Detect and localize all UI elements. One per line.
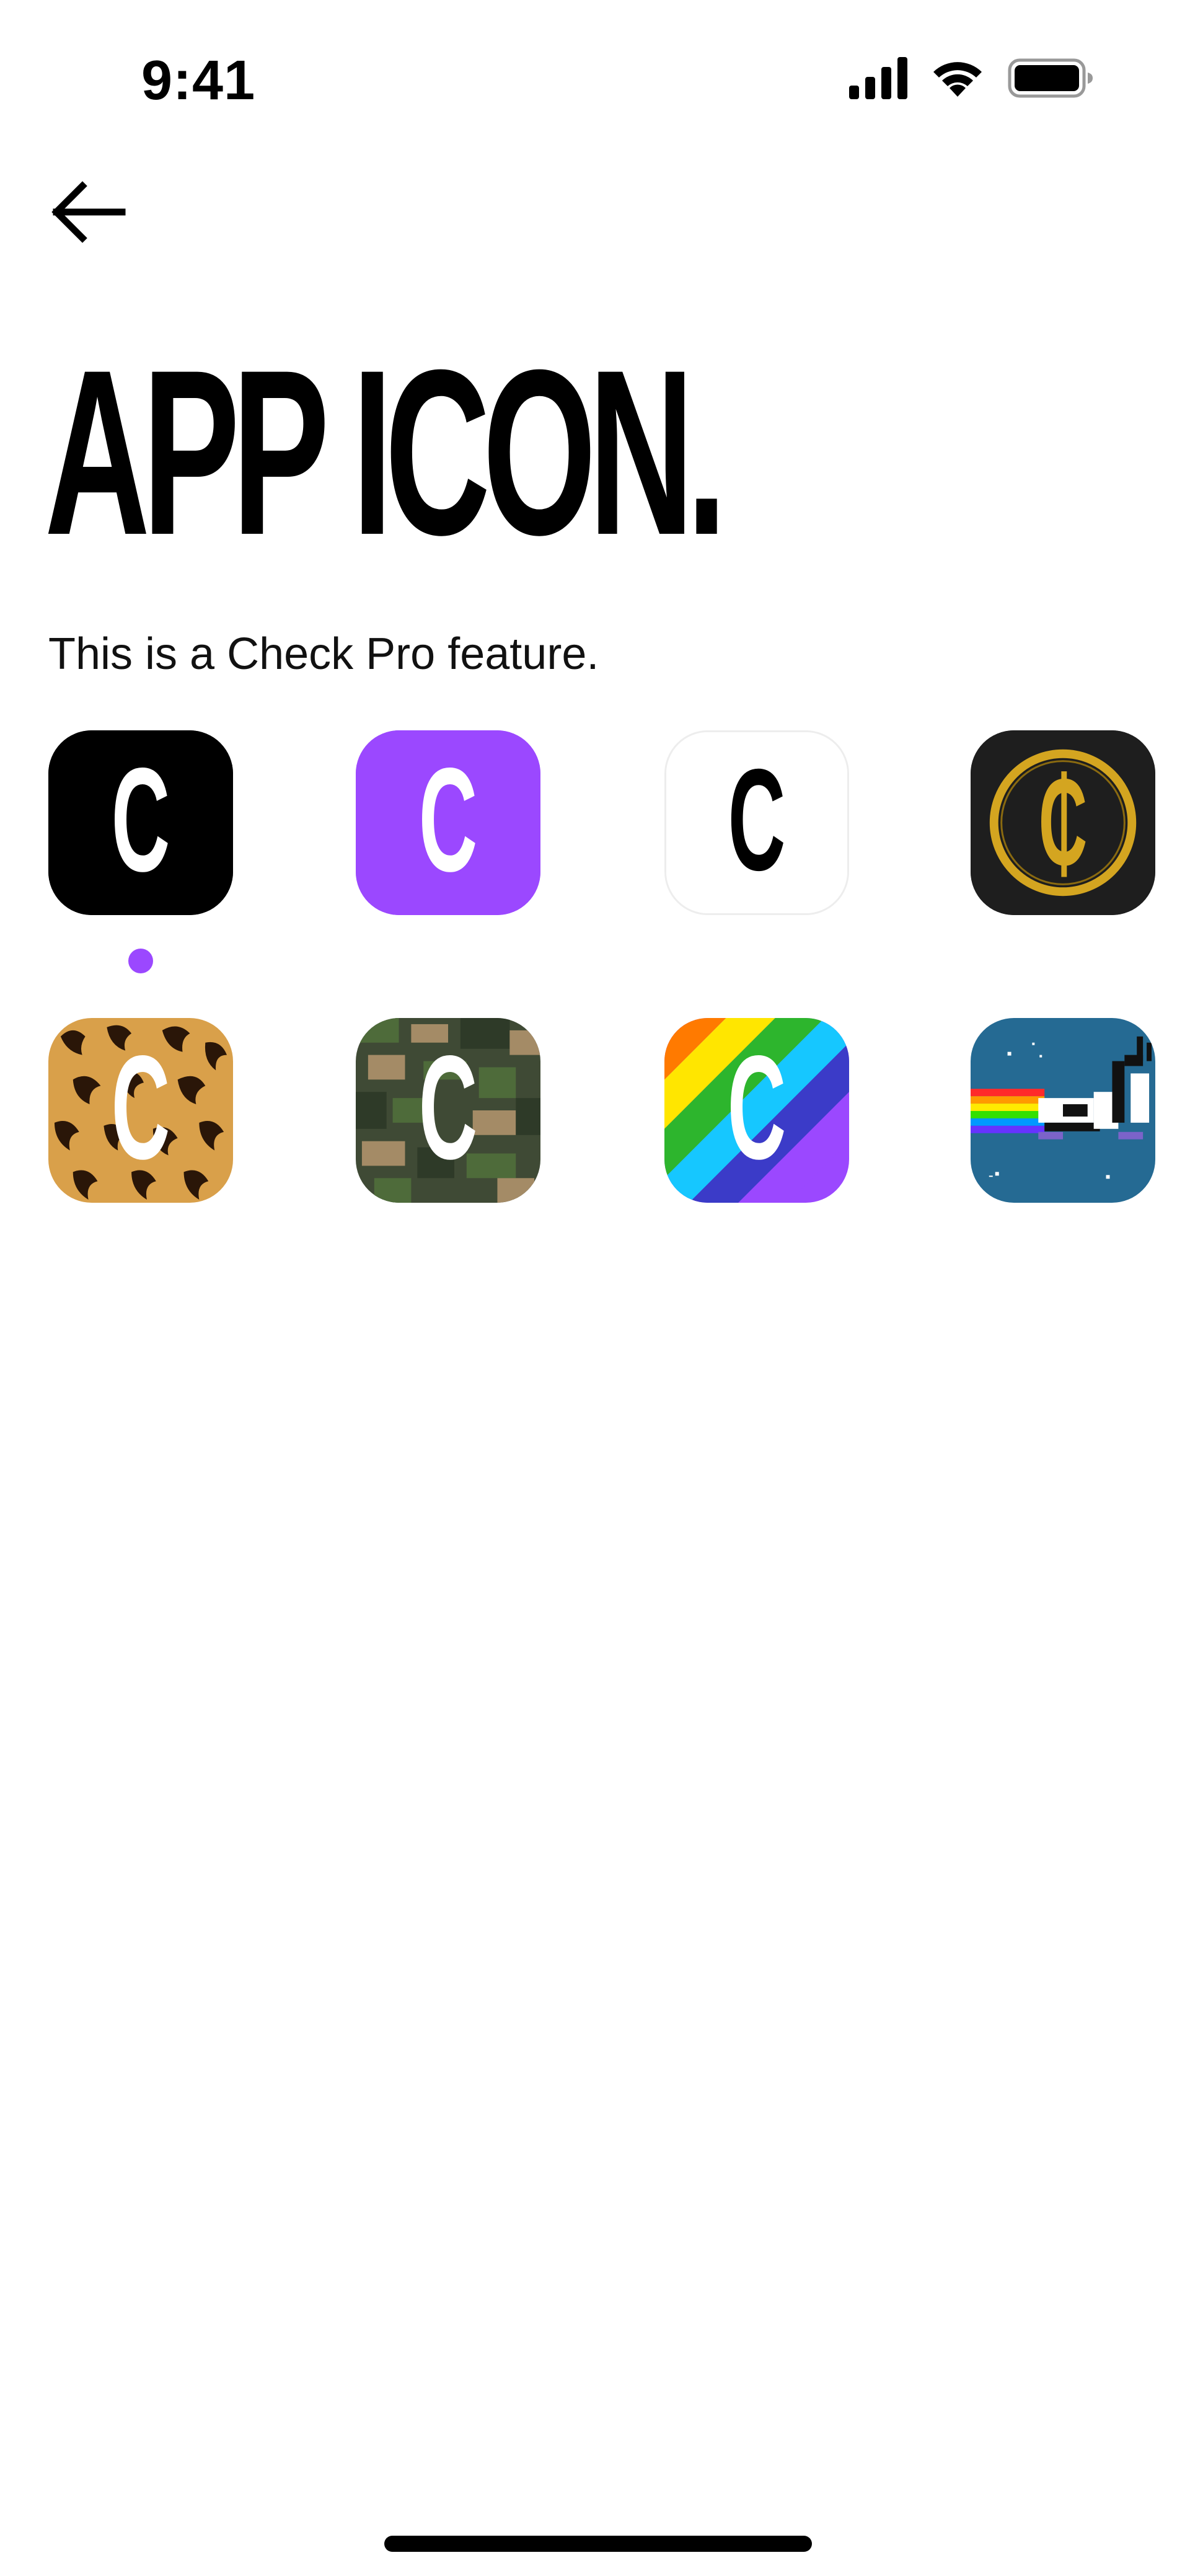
tile-letter: C: [112, 737, 170, 902]
tile-letter: C: [112, 1025, 170, 1190]
tile-letter: C: [728, 1025, 787, 1190]
status-time: 9:41: [141, 50, 256, 112]
app-icon-option-black[interactable]: C: [48, 730, 233, 915]
app-icon-purple-icon: C: [356, 730, 540, 915]
wifi-icon: [933, 62, 982, 97]
page-title: APP ICON.: [45, 321, 727, 584]
tile-letter: C: [728, 738, 786, 900]
app-icon-white-icon: C: [666, 732, 847, 913]
battery-icon: [1008, 58, 1093, 98]
status-icons: [849, 57, 1116, 107]
app-icon-option-purple[interactable]: C: [356, 730, 540, 915]
app-icon-gold-coin-icon: ₵: [971, 730, 1155, 915]
status-bar: 9:41: [0, 0, 1190, 155]
app-icon-option-rainbow[interactable]: C: [664, 1018, 849, 1203]
app-icon-leopard-icon: C: [48, 1018, 233, 1203]
selected-indicator: [128, 949, 153, 973]
app-icon-option-nyan-scooter[interactable]: [971, 1018, 1155, 1203]
app-icon-option-leopard[interactable]: C: [48, 1018, 233, 1203]
page-subtitle: This is a Check Pro feature.: [48, 629, 599, 679]
home-indicator: [384, 2536, 812, 2552]
app-icon-rainbow-icon: C: [664, 1018, 849, 1203]
app-icon-camo-icon: C: [356, 1018, 540, 1203]
cellular-signal-icon: [849, 57, 907, 99]
arrow-left-icon: [51, 181, 126, 243]
app-icon-option-white[interactable]: C: [664, 730, 849, 915]
back-button[interactable]: [45, 175, 131, 249]
tile-letter: C: [419, 737, 478, 902]
app-icon-option-camo[interactable]: C: [356, 1018, 540, 1203]
tile-letter: C: [419, 1025, 478, 1190]
app-icon-option-gold-coin[interactable]: ₵: [971, 730, 1155, 915]
app-icon-black-icon: C: [48, 730, 233, 915]
app-icon-nyan-scooter-icon: [971, 1018, 1155, 1203]
tile-letter: ₵: [1039, 753, 1088, 891]
